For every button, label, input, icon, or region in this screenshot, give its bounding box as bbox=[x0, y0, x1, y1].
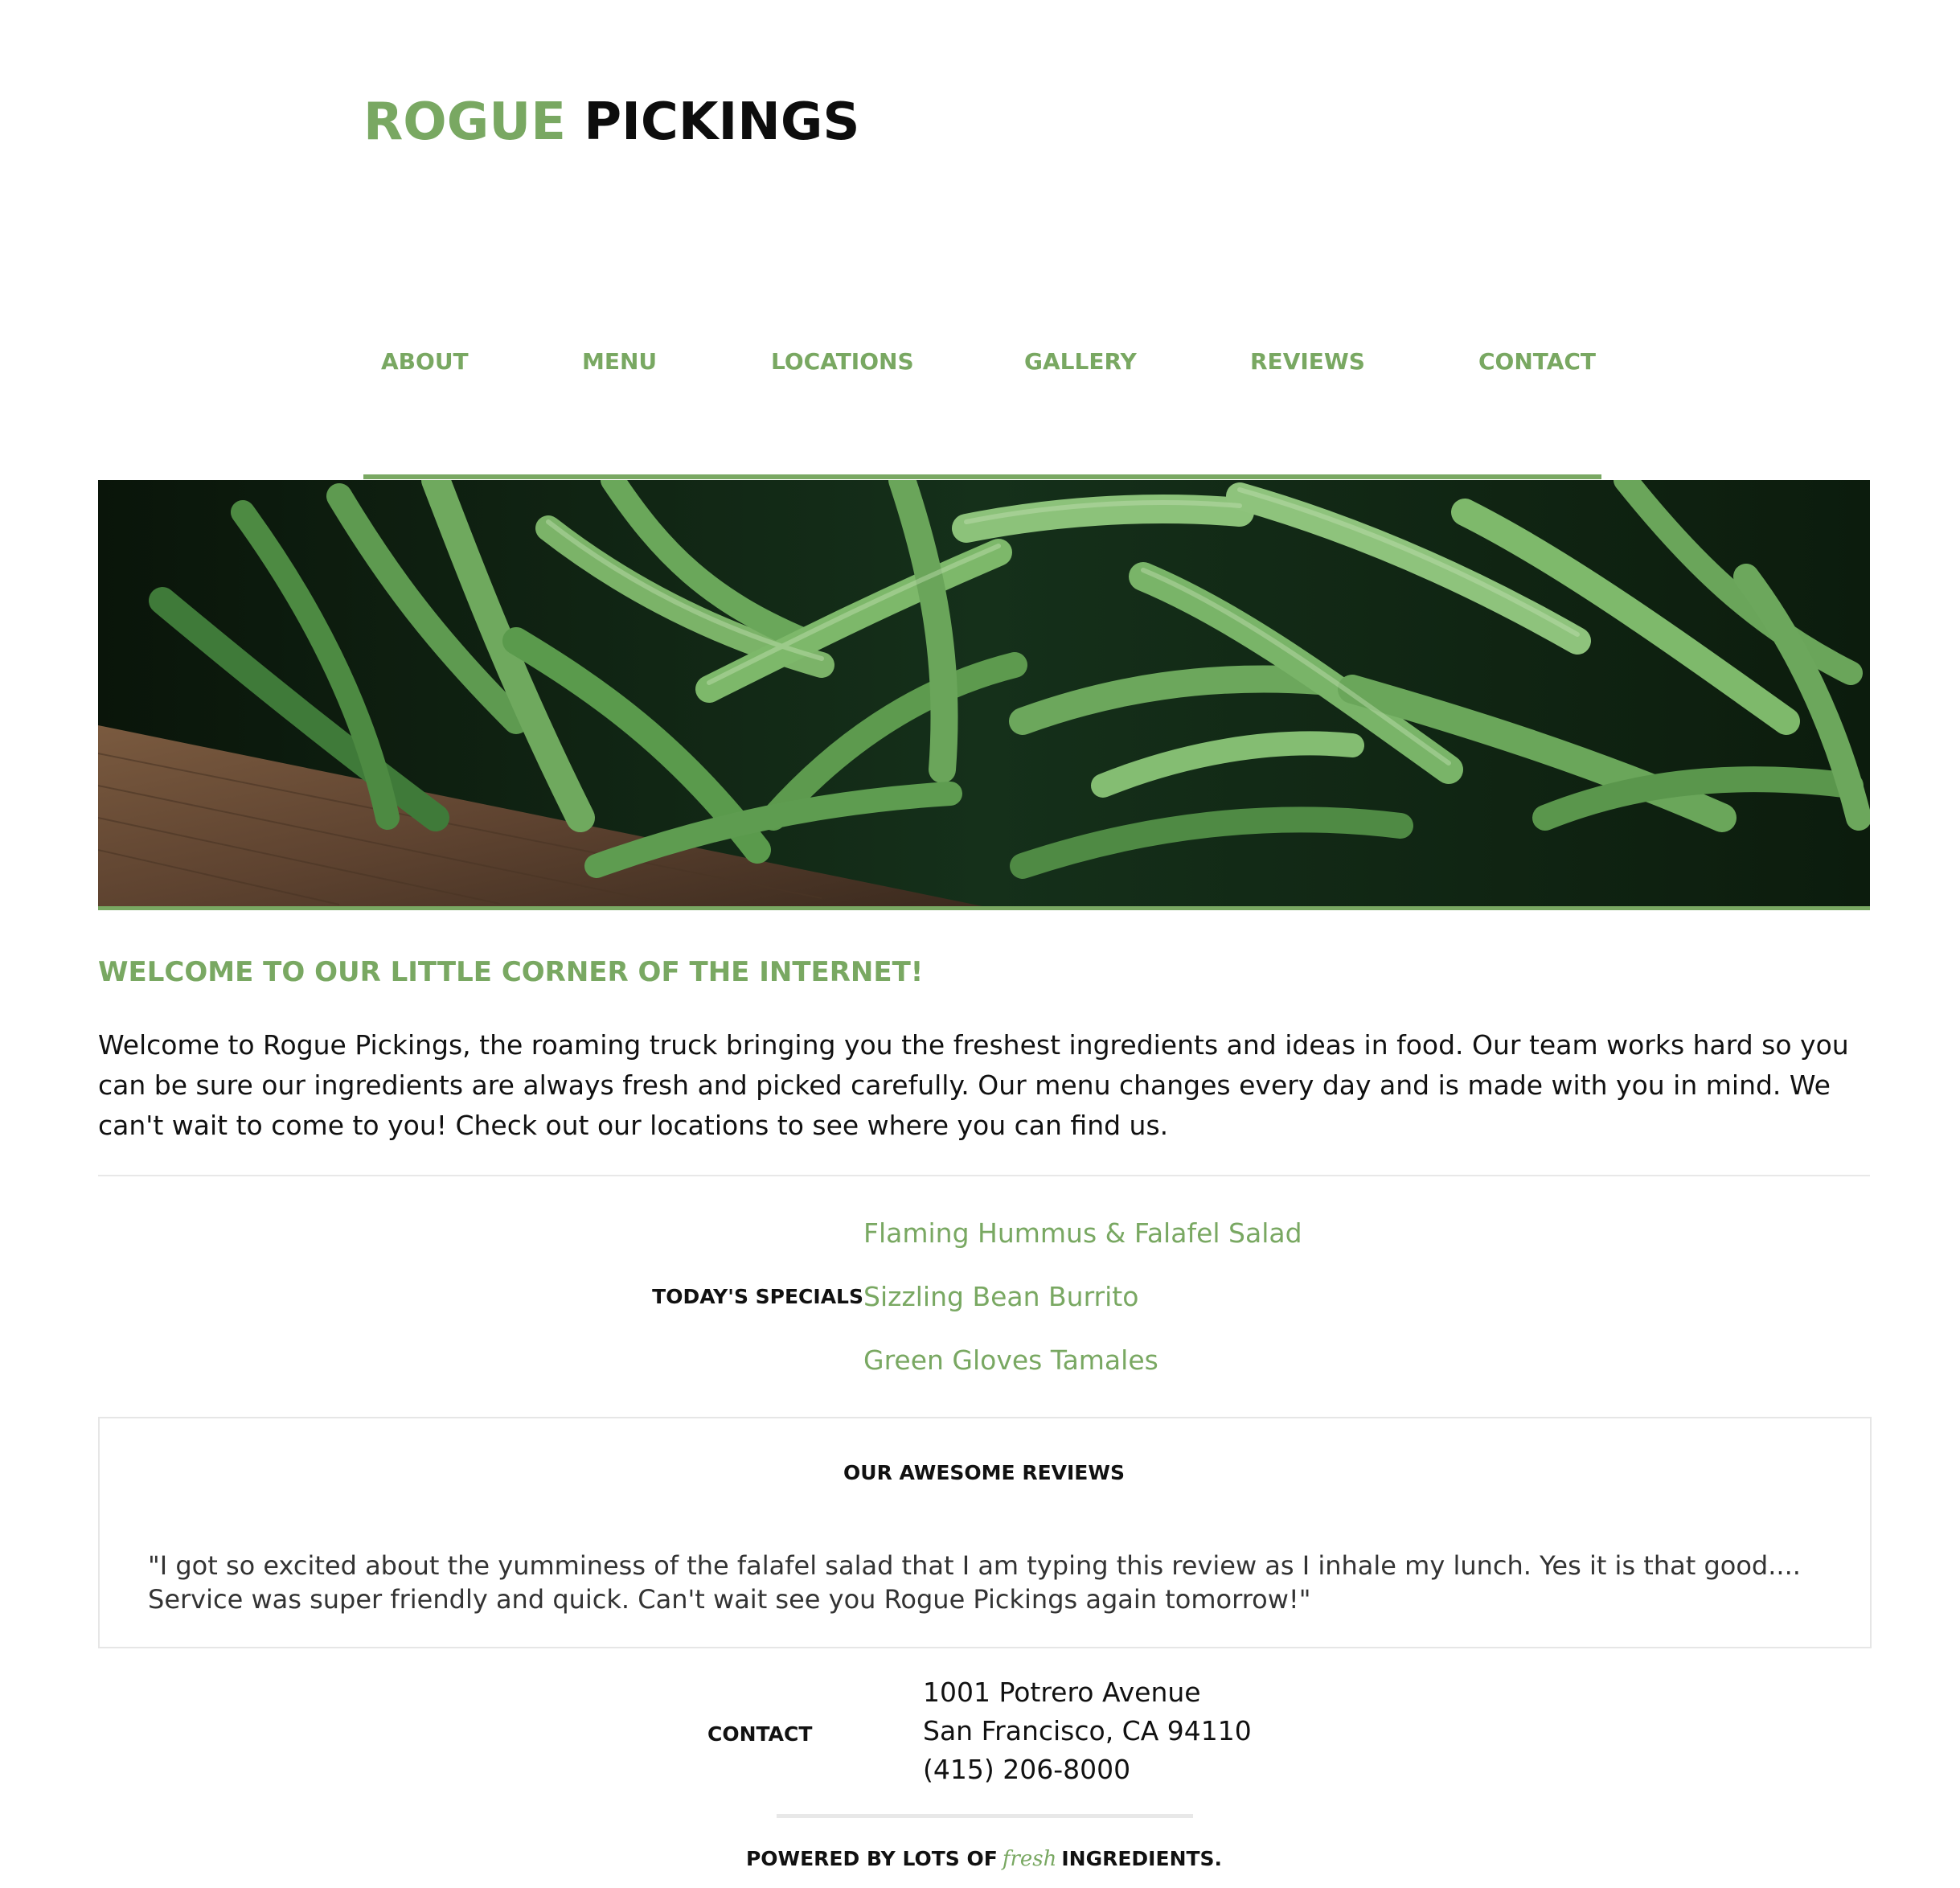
nav-about[interactable]: ABOUT bbox=[381, 338, 469, 386]
special-item-2[interactable]: Sizzling Bean Burrito bbox=[863, 1277, 1138, 1317]
contact-address-line1: 1001 Potrero Avenue bbox=[923, 1677, 1201, 1708]
contact-phone[interactable]: (415) 206-8000 bbox=[923, 1751, 1130, 1789]
nav-reviews[interactable]: REVIEWS bbox=[1250, 338, 1365, 386]
review-quote: "I got so excited about the yumminess of… bbox=[148, 1550, 1801, 1615]
logo-word-pickings: PICKINGS bbox=[584, 92, 860, 152]
footer-prefix: POWERED BY LOTS OF bbox=[745, 1847, 998, 1870]
nav-gallery[interactable]: GALLERY bbox=[1024, 338, 1137, 386]
hero-image-green-beans bbox=[98, 480, 1870, 906]
welcome-paragraph: Welcome to Rogue Pickings, the roaming t… bbox=[98, 1029, 1849, 1141]
section-divider bbox=[98, 1175, 1870, 1176]
special-item-1[interactable]: Flaming Hummus & Falafel Salad bbox=[863, 1213, 1302, 1254]
footer-fresh-script: fresh bbox=[1002, 1847, 1057, 1871]
contact-address-line2: San Francisco, CA 94110 bbox=[923, 1715, 1252, 1746]
hero-bottom-border bbox=[98, 906, 1870, 910]
nav-menu[interactable]: MENU bbox=[582, 338, 657, 386]
nav-underline bbox=[363, 474, 1601, 479]
special-item-3[interactable]: Green Gloves Tamales bbox=[863, 1340, 1158, 1381]
reviews-title: OUR AWESOME REVIEWS bbox=[843, 1461, 1125, 1484]
footer-suffix: INGREDIENTS. bbox=[1061, 1847, 1223, 1870]
site-logo[interactable]: ROGUE PICKINGS bbox=[363, 90, 859, 154]
specials-label: TODAY'S SPECIALS bbox=[652, 1285, 863, 1308]
footer-credit: POWERED BY LOTS OF fresh INGREDIENTS. bbox=[498, 1843, 1470, 1875]
contact-label: CONTACT bbox=[707, 1722, 813, 1746]
nav-contact[interactable]: CONTACT bbox=[1478, 338, 1596, 386]
logo-word-rogue: ROGUE bbox=[363, 92, 566, 152]
main-nav: ABOUT MENU LOCATIONS GALLERY REVIEWS CON… bbox=[363, 338, 1601, 386]
nav-locations[interactable]: LOCATIONS bbox=[771, 338, 914, 386]
welcome-title: WELCOME TO OUR LITTLE CORNER OF THE INTE… bbox=[98, 956, 924, 988]
footer-rule bbox=[777, 1814, 1193, 1818]
